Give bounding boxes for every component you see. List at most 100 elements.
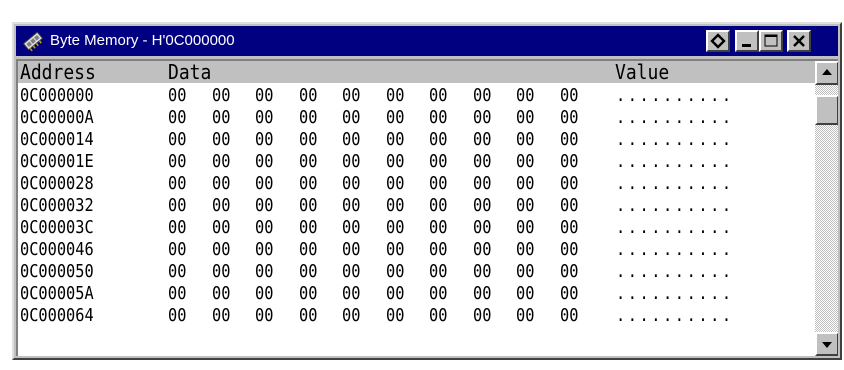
byte-cell[interactable]: 00 xyxy=(212,239,230,261)
byte-cell[interactable]: 00 xyxy=(255,151,273,173)
byte-cell[interactable]: 00 xyxy=(212,151,230,173)
byte-cell[interactable]: 00 xyxy=(386,107,404,129)
byte-cell[interactable]: 00 xyxy=(168,195,186,217)
byte-cell[interactable]: 00 xyxy=(429,85,447,107)
memory-row[interactable]: 0C000032 00 00 00 00 00 00 00 00 00 00.......... xyxy=(18,195,815,217)
byte-cell[interactable]: 00 xyxy=(342,261,360,283)
byte-cell[interactable]: 00 xyxy=(560,305,578,327)
byte-cell[interactable]: 00 xyxy=(386,261,404,283)
byte-cell[interactable]: 00 xyxy=(212,261,230,283)
minimize-button[interactable] xyxy=(735,30,759,52)
scroll-down-button[interactable] xyxy=(815,332,838,356)
byte-cell[interactable]: 00 xyxy=(429,261,447,283)
byte-cell[interactable]: 00 xyxy=(473,305,491,327)
byte-cell[interactable]: 00 xyxy=(342,129,360,151)
title-bar[interactable]: Byte Memory - H'0C000000 xyxy=(16,26,838,56)
byte-cell[interactable]: 00 xyxy=(212,283,230,305)
byte-cell[interactable]: 00 xyxy=(386,151,404,173)
byte-cell[interactable]: 00 xyxy=(473,151,491,173)
byte-cell[interactable]: 00 xyxy=(516,195,534,217)
byte-cell[interactable]: 00 xyxy=(516,107,534,129)
memory-row[interactable]: 0C000014 00 00 00 00 00 00 00 00 00 00.......... xyxy=(18,129,815,151)
byte-cell[interactable]: 00 xyxy=(429,107,447,129)
byte-cell[interactable]: 00 xyxy=(168,85,186,107)
byte-cell[interactable]: 00 xyxy=(516,129,534,151)
byte-cell[interactable]: 00 xyxy=(168,261,186,283)
memory-row[interactable]: 0C00001E 00 00 00 00 00 00 00 00 00 00.......... xyxy=(18,151,815,173)
byte-cell[interactable]: 00 xyxy=(516,151,534,173)
byte-cell[interactable]: 00 xyxy=(212,129,230,151)
byte-cell[interactable]: 00 xyxy=(386,217,404,239)
byte-cell[interactable]: 00 xyxy=(255,239,273,261)
byte-cell[interactable]: 00 xyxy=(473,129,491,151)
byte-cell[interactable]: 00 xyxy=(342,85,360,107)
byte-cell[interactable]: 00 xyxy=(342,107,360,129)
memory-row[interactable]: 0C00005A 00 00 00 00 00 00 00 00 00 00.......... xyxy=(18,283,815,305)
byte-cell[interactable]: 00 xyxy=(386,283,404,305)
memory-row[interactable]: 0C000064 00 00 00 00 00 00 00 00 00 00.......... xyxy=(18,305,815,327)
byte-cell[interactable]: 00 xyxy=(212,195,230,217)
byte-cell[interactable]: 00 xyxy=(429,129,447,151)
byte-cell[interactable]: 00 xyxy=(342,173,360,195)
byte-cell[interactable]: 00 xyxy=(473,261,491,283)
byte-cell[interactable]: 00 xyxy=(429,305,447,327)
byte-cell[interactable]: 00 xyxy=(516,283,534,305)
byte-cell[interactable]: 00 xyxy=(299,261,317,283)
byte-cell[interactable]: 00 xyxy=(386,239,404,261)
byte-cell[interactable]: 00 xyxy=(255,305,273,327)
byte-cell[interactable]: 00 xyxy=(560,239,578,261)
byte-cell[interactable]: 00 xyxy=(560,151,578,173)
byte-cell[interactable]: 00 xyxy=(168,107,186,129)
byte-cell[interactable]: 00 xyxy=(386,85,404,107)
memory-row[interactable]: 0C00003C 00 00 00 00 00 00 00 00 00 00.......... xyxy=(18,217,815,239)
byte-cell[interactable]: 00 xyxy=(473,217,491,239)
byte-cell[interactable]: 00 xyxy=(168,129,186,151)
byte-cell[interactable]: 00 xyxy=(560,107,578,129)
byte-cell[interactable]: 00 xyxy=(560,129,578,151)
byte-cell[interactable]: 00 xyxy=(212,305,230,327)
byte-cell[interactable]: 00 xyxy=(386,305,404,327)
byte-cell[interactable]: 00 xyxy=(299,217,317,239)
byte-cell[interactable]: 00 xyxy=(168,305,186,327)
byte-cell[interactable]: 00 xyxy=(473,173,491,195)
close-button[interactable] xyxy=(787,30,811,52)
byte-cell[interactable]: 00 xyxy=(516,239,534,261)
byte-cell[interactable]: 00 xyxy=(516,217,534,239)
byte-cell[interactable]: 00 xyxy=(560,173,578,195)
pin-button[interactable] xyxy=(706,30,730,52)
byte-cell[interactable]: 00 xyxy=(299,195,317,217)
byte-cell[interactable]: 00 xyxy=(168,173,186,195)
byte-cell[interactable]: 00 xyxy=(299,305,317,327)
byte-cell[interactable]: 00 xyxy=(342,151,360,173)
byte-cell[interactable]: 00 xyxy=(516,173,534,195)
byte-cell[interactable]: 00 xyxy=(516,261,534,283)
byte-cell[interactable]: 00 xyxy=(473,195,491,217)
byte-cell[interactable]: 00 xyxy=(429,239,447,261)
byte-cell[interactable]: 00 xyxy=(429,283,447,305)
byte-cell[interactable]: 00 xyxy=(473,283,491,305)
byte-cell[interactable]: 00 xyxy=(473,239,491,261)
byte-cell[interactable]: 00 xyxy=(560,283,578,305)
byte-cell[interactable]: 00 xyxy=(255,261,273,283)
byte-cell[interactable]: 00 xyxy=(255,173,273,195)
byte-cell[interactable]: 00 xyxy=(386,173,404,195)
byte-cell[interactable]: 00 xyxy=(168,239,186,261)
byte-cell[interactable]: 00 xyxy=(255,283,273,305)
maximize-button[interactable] xyxy=(759,30,783,52)
byte-cell[interactable]: 00 xyxy=(473,85,491,107)
byte-cell[interactable]: 00 xyxy=(299,173,317,195)
scrollbar-thumb[interactable] xyxy=(815,95,838,125)
memory-row[interactable]: 0C000028 00 00 00 00 00 00 00 00 00 00.......... xyxy=(18,173,815,195)
memory-row[interactable]: 0C00000A 00 00 00 00 00 00 00 00 00 00.......... xyxy=(18,107,815,129)
byte-cell[interactable]: 00 xyxy=(386,129,404,151)
byte-cell[interactable]: 00 xyxy=(516,305,534,327)
byte-cell[interactable]: 00 xyxy=(342,217,360,239)
byte-cell[interactable]: 00 xyxy=(255,85,273,107)
byte-cell[interactable]: 00 xyxy=(212,85,230,107)
byte-cell[interactable]: 00 xyxy=(342,239,360,261)
byte-cell[interactable]: 00 xyxy=(255,107,273,129)
byte-cell[interactable]: 00 xyxy=(342,283,360,305)
byte-cell[interactable]: 00 xyxy=(386,195,404,217)
memory-row[interactable]: 0C000000 00 00 00 00 00 00 00 00 00 00.......... xyxy=(18,85,815,107)
byte-cell[interactable]: 00 xyxy=(212,107,230,129)
